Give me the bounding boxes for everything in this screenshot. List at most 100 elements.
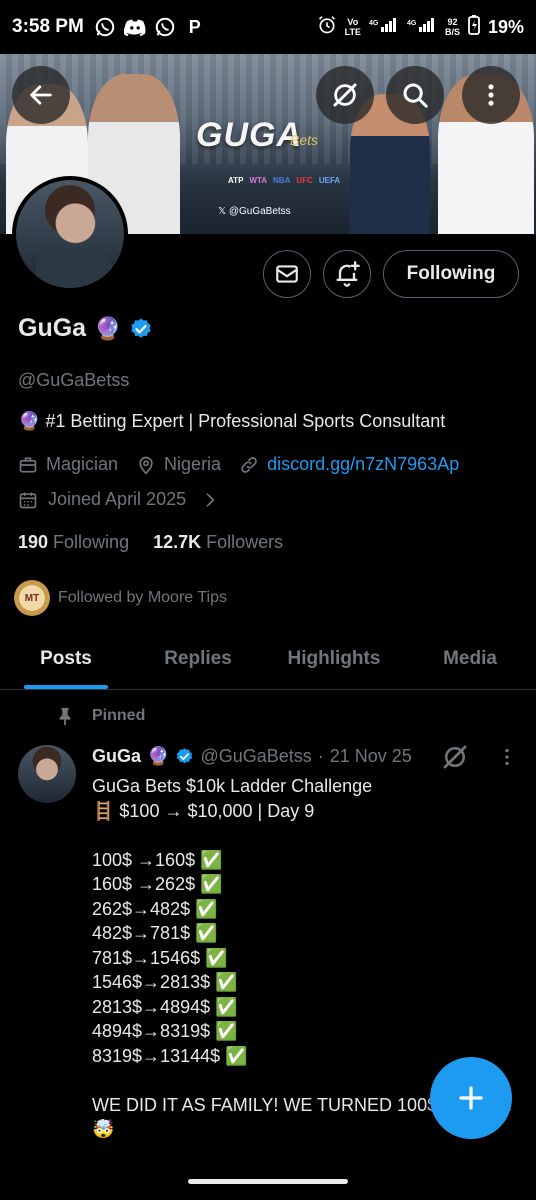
p-app-icon: P bbox=[188, 16, 201, 37]
more-vertical-icon bbox=[505, 748, 509, 766]
whatsapp-icon-2 bbox=[154, 16, 176, 38]
following-count-link[interactable]: 190 Following bbox=[18, 532, 129, 553]
back-button[interactable] bbox=[12, 66, 70, 124]
link-icon bbox=[241, 456, 257, 473]
svg-text:4G: 4G bbox=[407, 20, 417, 27]
followers-count-link[interactable]: 12.7K Followers bbox=[153, 532, 283, 553]
status-app-icons: P bbox=[94, 16, 206, 38]
post-header: GuGa 🔮 @GuGaBetss · 21 Nov 25 bbox=[92, 746, 412, 767]
tab-replies[interactable]: Replies bbox=[132, 628, 264, 689]
status-bar: 3:58 PM P Vo LTE 4G 4G 92 B/S 19% bbox=[0, 0, 536, 54]
website-link[interactable]: discord.gg/n7zN7963Ap bbox=[267, 454, 459, 475]
chevron-right-icon bbox=[206, 492, 215, 507]
profile-avatar[interactable] bbox=[12, 176, 128, 292]
followed-by-text: Followed by Moore Tips bbox=[58, 589, 227, 606]
post-date[interactable]: 21 Nov 25 bbox=[330, 746, 412, 767]
volte-indicator: Vo LTE bbox=[344, 17, 361, 37]
location-item: Nigeria bbox=[136, 454, 221, 475]
post-line-text: WE DID IT AS FAMILY! WE TURNED 100$ bbox=[92, 1094, 438, 1115]
following-button[interactable]: Following bbox=[383, 250, 519, 298]
tab-media[interactable]: Media bbox=[404, 628, 536, 689]
location-text: Nigeria bbox=[164, 454, 222, 474]
post-line: 100$ →160$ ✅ bbox=[92, 849, 223, 870]
grok-button[interactable] bbox=[316, 66, 374, 124]
tab-posts-label: Posts bbox=[40, 647, 92, 669]
more-options-button[interactable] bbox=[462, 66, 520, 124]
avatar-body bbox=[36, 248, 112, 288]
post-more-button[interactable] bbox=[496, 744, 518, 775]
calendar-icon bbox=[19, 492, 37, 508]
post-line: 160$ →262$ ✅ bbox=[92, 874, 223, 894]
grok-icon bbox=[333, 83, 357, 107]
tab-replies-label: Replies bbox=[164, 647, 232, 669]
location-pin-icon bbox=[139, 456, 153, 475]
profile-tabs: Posts Replies Highlights Media bbox=[0, 628, 536, 690]
plus-icon bbox=[459, 1086, 483, 1110]
sponsor-uefa: UEFA bbox=[318, 176, 341, 185]
post-author-name[interactable]: GuGa bbox=[92, 746, 141, 767]
joined-row[interactable]: Joined April 2025 bbox=[18, 489, 220, 510]
post-line: 2813$→4894$ ✅ bbox=[92, 996, 238, 1017]
verified-badge-icon[interactable] bbox=[129, 317, 153, 341]
post-line: GuGa Bets $10k Ladder Challenge bbox=[92, 776, 373, 796]
post-author-emoji: 🔮 bbox=[147, 746, 170, 766]
website-item[interactable]: discord.gg/n7zN7963Ap bbox=[239, 454, 459, 475]
post-line: 🪜 $100 → $10,000 | Day 9 bbox=[92, 800, 315, 821]
sponsor-wta: WTA bbox=[249, 176, 268, 185]
profession-text: Magician bbox=[46, 454, 119, 474]
network-speed: 92 B/S bbox=[444, 17, 460, 37]
crystal-ball-emoji: 🔮 bbox=[94, 315, 122, 341]
signal-icon-2: 4G bbox=[407, 17, 437, 38]
search-button[interactable] bbox=[386, 66, 444, 124]
post-author-handle: @GuGaBetss bbox=[200, 746, 312, 766]
following-label: Following bbox=[53, 532, 130, 552]
post-line: 781$→1546$ ✅ bbox=[92, 947, 228, 968]
briefcase-icon bbox=[19, 457, 37, 472]
post-line: 4894$→8319$ ✅ bbox=[92, 1021, 238, 1041]
profession-item: Magician bbox=[18, 454, 118, 475]
post-line: 1546$→2813$ ✅ bbox=[92, 972, 238, 992]
sponsor-nba: NBA bbox=[273, 176, 291, 185]
follow-counts: 190 Following 12.7K Followers bbox=[18, 532, 283, 553]
tab-highlights[interactable]: Highlights bbox=[264, 628, 404, 689]
search-icon bbox=[403, 83, 428, 108]
whatsapp-icon bbox=[94, 16, 116, 38]
status-indicators: Vo LTE 4G 4G 92 B/S 19% bbox=[317, 14, 524, 40]
message-button[interactable] bbox=[263, 250, 311, 298]
verified-badge-icon bbox=[177, 748, 193, 764]
alarm-icon bbox=[317, 15, 337, 40]
tab-media-label: Media bbox=[443, 647, 497, 669]
profile-handle: @GuGaBetss bbox=[18, 370, 130, 390]
profile-name: GuGa bbox=[18, 314, 87, 342]
sponsor-atp: ATP bbox=[228, 176, 244, 185]
svg-text:4G: 4G bbox=[369, 20, 379, 27]
post-line bbox=[92, 823, 522, 848]
pinned-indicator: Pinned bbox=[56, 706, 145, 726]
post-separator: · bbox=[317, 746, 324, 766]
signal-icon: 4G bbox=[369, 17, 399, 38]
followers-count: 12.7K bbox=[153, 532, 202, 552]
battery-percent: 19% bbox=[487, 16, 524, 37]
banner-logo: GUGA bbox=[196, 116, 302, 154]
tab-highlights-label: Highlights bbox=[287, 647, 381, 669]
pin-icon bbox=[59, 707, 71, 725]
post-line: 262$→482$ ✅ bbox=[92, 898, 218, 919]
profile-bio: 🔮 #1 Betting Expert | Professional Sport… bbox=[18, 411, 446, 431]
sponsor-ufc: UFC bbox=[296, 176, 313, 185]
compose-button[interactable] bbox=[430, 1057, 512, 1139]
more-vertical-icon bbox=[488, 84, 494, 106]
notifications-button[interactable] bbox=[323, 250, 371, 298]
joined-text: Joined April 2025 bbox=[48, 489, 187, 509]
post-author-avatar[interactable] bbox=[18, 745, 76, 803]
post-grok-button[interactable] bbox=[440, 742, 470, 777]
profile-meta-row: Magician Nigeria discord.gg/n7zN7963Ap bbox=[18, 454, 471, 475]
home-indicator[interactable] bbox=[188, 1179, 348, 1184]
grok-icon bbox=[443, 745, 467, 769]
banner-x-handle: 𝕏 @GuGaBetss bbox=[218, 206, 291, 217]
profile-name-row: GuGa 🔮 bbox=[18, 314, 153, 343]
active-tab-indicator bbox=[24, 685, 108, 689]
followed-by-row[interactable]: MT Followed by Moore Tips bbox=[14, 580, 227, 616]
pinned-label: Pinned bbox=[92, 707, 146, 724]
status-time: 3:58 PM bbox=[12, 16, 84, 37]
tab-posts[interactable]: Posts bbox=[0, 628, 132, 689]
